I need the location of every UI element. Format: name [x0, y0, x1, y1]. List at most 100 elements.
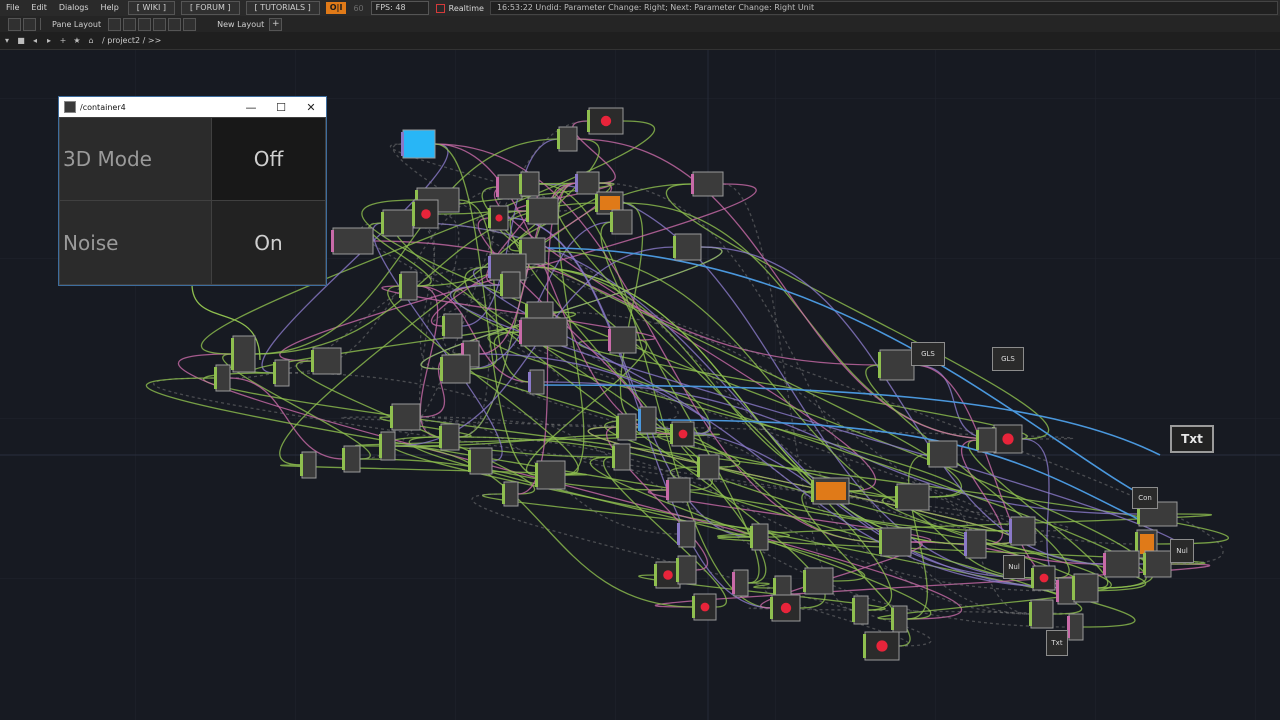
- operator-node[interactable]: [587, 107, 624, 135]
- window-titlebar[interactable]: /container4 — ☐ ✕: [59, 97, 326, 117]
- operator-node[interactable]: [891, 605, 908, 633]
- operator-node[interactable]: [638, 406, 657, 434]
- operator-node[interactable]: [381, 209, 414, 237]
- home-icon[interactable]: ⌂: [85, 35, 97, 47]
- new-layout-button[interactable]: +: [269, 17, 283, 31]
- operator-node[interactable]: [331, 227, 374, 255]
- operator-node[interactable]: [300, 451, 317, 479]
- realtime-checkbox[interactable]: [435, 3, 445, 13]
- operator-node[interactable]: [732, 569, 749, 597]
- glsl-operator[interactable]: GLS: [992, 347, 1024, 371]
- operator-node[interactable]: [697, 454, 720, 480]
- operator-node[interactable]: [519, 171, 540, 197]
- operator-node[interactable]: [442, 313, 463, 339]
- operator-node[interactable]: [666, 477, 691, 503]
- glsl-operator[interactable]: GLS: [911, 342, 945, 366]
- operator-node[interactable]: [439, 423, 460, 451]
- tutorials-button[interactable]: [ TUTORIALS ]: [245, 1, 320, 15]
- noise-toggle-button[interactable]: On: [211, 200, 326, 285]
- operator-node[interactable]: [557, 126, 578, 152]
- layout-split-h-icon[interactable]: [123, 17, 137, 31]
- operator-node[interactable]: [895, 483, 930, 511]
- operator-node[interactable]: [676, 555, 697, 585]
- operator-node[interactable]: [692, 593, 717, 621]
- null-operator[interactable]: Nul: [1170, 539, 1194, 563]
- minimize-icon[interactable]: —: [236, 101, 266, 114]
- menu-help[interactable]: Help: [95, 0, 125, 16]
- chevron-down-icon[interactable]: ▾: [1, 35, 13, 47]
- operator-node[interactable]: [390, 403, 421, 431]
- operator-node[interactable]: [399, 271, 418, 301]
- layout-triple-icon[interactable]: [153, 17, 167, 31]
- operator-node[interactable]: [412, 199, 439, 229]
- operator-node[interactable]: [231, 335, 256, 373]
- operator-node[interactable]: [964, 529, 987, 559]
- stop-icon[interactable]: ■: [15, 35, 27, 47]
- operator-node[interactable]: [1067, 613, 1084, 641]
- menu-dialogs[interactable]: Dialogs: [53, 0, 95, 16]
- layout-split-v-icon[interactable]: [138, 17, 152, 31]
- layout-grid-icon[interactable]: [183, 17, 197, 31]
- operator-node[interactable]: [612, 443, 631, 471]
- constant-operator[interactable]: Con: [1132, 487, 1158, 509]
- forward-icon[interactable]: ▸: [43, 35, 55, 47]
- layout-quad-icon[interactable]: [168, 17, 182, 31]
- operator-node[interactable]: [401, 129, 436, 159]
- operator-node[interactable]: [608, 326, 637, 354]
- text-operator[interactable]: Txt: [1170, 425, 1214, 453]
- operator-node[interactable]: [1029, 599, 1054, 629]
- operator-node[interactable]: [214, 364, 231, 392]
- operator-node[interactable]: [535, 460, 566, 490]
- operator-node[interactable]: [863, 631, 900, 661]
- menu-edit[interactable]: Edit: [25, 0, 53, 16]
- operator-node[interactable]: [500, 271, 521, 299]
- operator-node[interactable]: [273, 359, 290, 387]
- menu-file[interactable]: File: [0, 0, 25, 16]
- forum-button[interactable]: [ FORUM ]: [181, 1, 240, 15]
- operator-node[interactable]: [575, 171, 600, 195]
- operator-node[interactable]: [673, 233, 702, 261]
- mode-toggle-button[interactable]: Off: [211, 117, 326, 201]
- operator-node[interactable]: [670, 421, 695, 447]
- operator-node[interactable]: [976, 427, 997, 453]
- operator-node[interactable]: [519, 317, 568, 347]
- operator-node[interactable]: [1143, 550, 1172, 578]
- operator-node[interactable]: [803, 567, 834, 595]
- plus-icon[interactable]: +: [57, 35, 69, 47]
- operator-node[interactable]: [311, 347, 342, 375]
- operator-node[interactable]: [1072, 573, 1099, 603]
- operator-node[interactable]: [1031, 565, 1056, 591]
- operator-node[interactable]: [878, 349, 915, 381]
- operator-node[interactable]: [488, 205, 509, 231]
- operator-node[interactable]: [691, 171, 724, 197]
- operator-node[interactable]: [750, 523, 769, 551]
- operator-node[interactable]: [1103, 550, 1140, 578]
- operator-node[interactable]: [342, 445, 361, 473]
- operator-node[interactable]: [677, 520, 696, 548]
- operator-node[interactable]: [811, 477, 850, 505]
- null-operator-small[interactable]: Nul: [1003, 555, 1025, 579]
- star-icon[interactable]: ★: [71, 35, 83, 47]
- operator-node[interactable]: [616, 413, 637, 441]
- operator-node[interactable]: [496, 174, 523, 200]
- operator-node[interactable]: [440, 354, 471, 384]
- operator-node[interactable]: [927, 440, 958, 468]
- operator-node[interactable]: [610, 209, 633, 235]
- text-operator-small[interactable]: Txt: [1046, 630, 1068, 656]
- pane-type-icon[interactable]: [8, 17, 21, 31]
- close-icon[interactable]: ✕: [296, 101, 326, 114]
- cook-toggle-button[interactable]: O|I: [325, 2, 347, 14]
- operator-node[interactable]: [770, 594, 801, 622]
- operator-node[interactable]: [468, 447, 493, 475]
- operator-node[interactable]: [528, 369, 545, 395]
- operator-node[interactable]: [879, 527, 912, 557]
- maximize-icon[interactable]: ☐: [266, 101, 296, 114]
- layout-single-icon[interactable]: [108, 17, 122, 31]
- container-window[interactable]: /container4 — ☐ ✕ 3D Mode Off Noise On: [58, 96, 327, 286]
- operator-node[interactable]: [852, 595, 869, 625]
- network-path[interactable]: / project2 / >>: [102, 36, 161, 45]
- wiki-button[interactable]: [ WIKI ]: [127, 1, 175, 15]
- operator-node[interactable]: [526, 197, 559, 225]
- operator-node[interactable]: [1009, 516, 1036, 546]
- operator-node[interactable]: [379, 431, 396, 461]
